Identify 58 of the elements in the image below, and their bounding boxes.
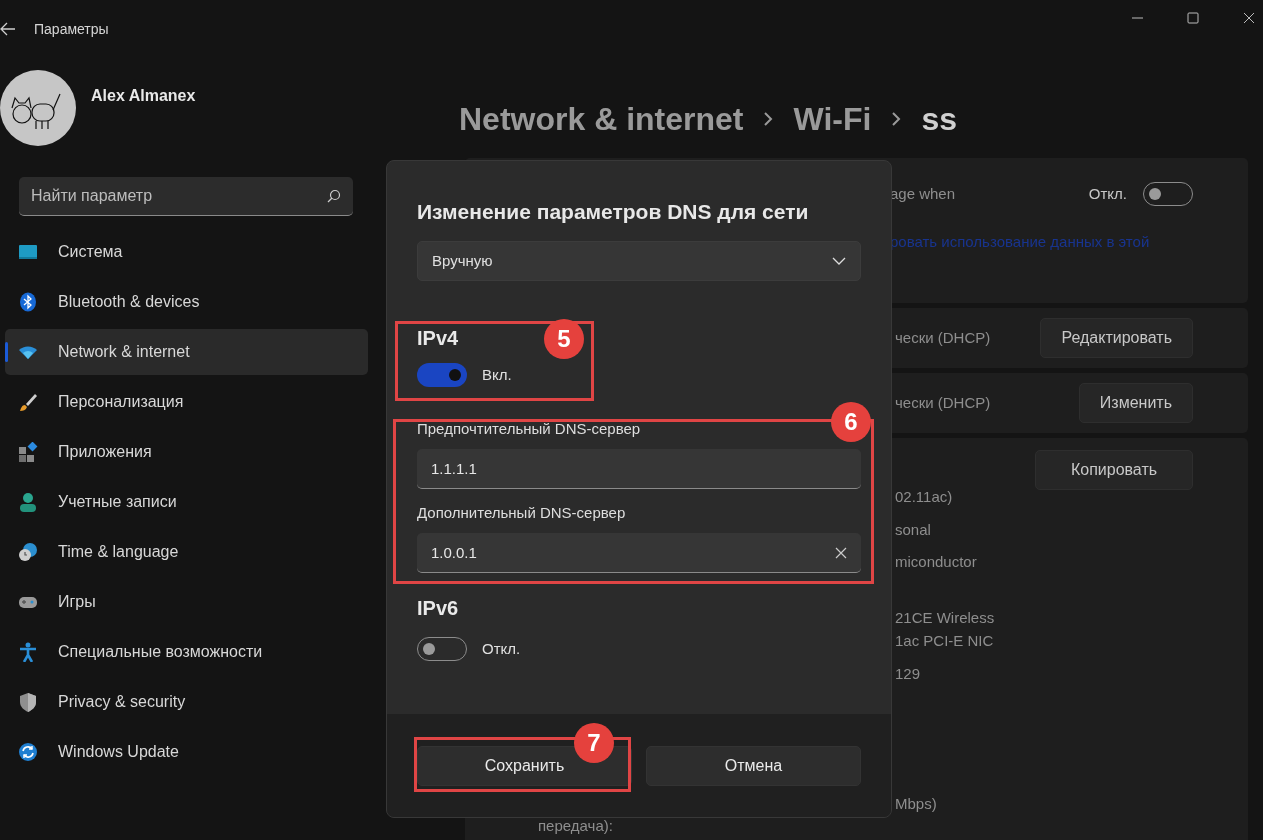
dropdown[interactable]: Вручную xyxy=(417,241,861,281)
sidebar-item[interactable]: Система xyxy=(5,229,368,275)
section-heading: IPv6 xyxy=(417,596,459,621)
toggle-label: Вкл. xyxy=(482,364,512,385)
toggle-switch[interactable] xyxy=(417,363,467,387)
property-value: miconductor xyxy=(895,552,978,572)
edit-button[interactable]: Редактировать xyxy=(1040,318,1193,358)
bluetooth-icon xyxy=(18,292,38,312)
copy-button[interactable]: Копировать xyxy=(1035,450,1193,490)
property-value: 21CE Wireless 1ac PCI-E NIC xyxy=(895,608,996,651)
sidebar-item[interactable]: Network & internet xyxy=(5,329,368,375)
field-label: Предпочтительный DNS-сервер xyxy=(417,419,641,439)
sidebar-item[interactable]: Windows Update xyxy=(5,729,368,775)
sidebar-item[interactable]: Специальные возможности xyxy=(5,629,368,675)
input-field[interactable]: 1.1.1.1 xyxy=(417,449,861,489)
user-name: Alex Almanex xyxy=(91,86,196,106)
brush-icon xyxy=(18,392,38,412)
apps-icon xyxy=(18,442,38,462)
breadcrumb-item[interactable]: Wi-Fi xyxy=(793,94,872,143)
sidebar-item[interactable]: Игры xyxy=(5,579,368,625)
setting-description: age when xyxy=(890,183,956,204)
section-heading: IPv4 xyxy=(417,326,459,351)
property-label: передача): xyxy=(538,816,614,836)
field-label: Дополнительный DNS-сервер xyxy=(417,503,626,523)
sidebar-item[interactable]: Privacy & security xyxy=(5,679,368,725)
input-field[interactable]: 1.0.0.1 xyxy=(417,533,861,573)
search-field[interactable]: Найти параметр xyxy=(19,177,353,216)
property-value: 129 xyxy=(895,664,922,684)
sidebar-item[interactable]: Приложения xyxy=(5,429,368,475)
cancel-button[interactable]: Отмена xyxy=(646,746,861,786)
toggle-label: Откл. xyxy=(482,638,521,659)
back-arrow-icon[interactable] xyxy=(0,22,16,36)
breadcrumb-item[interactable]: Network & internet xyxy=(459,94,744,143)
edit-button[interactable]: Изменить xyxy=(1078,383,1193,423)
dialog-title: Изменение параметров DNS для сети xyxy=(417,199,810,225)
property-value: Mbps) xyxy=(895,794,938,814)
property-value: sonal xyxy=(895,520,932,540)
sidebar-item[interactable]: Bluetooth & devices xyxy=(5,279,368,325)
chevron-down-icon xyxy=(832,257,846,265)
sidebar-item[interactable]: Персонализация xyxy=(5,379,368,425)
search-icon[interactable] xyxy=(327,189,341,203)
window-title: Параметры xyxy=(34,19,109,39)
property-value: 02.11ac) xyxy=(895,487,954,507)
toggle-label: Откл. xyxy=(1088,183,1127,204)
update-icon xyxy=(18,742,38,762)
clear-icon[interactable] xyxy=(835,547,847,559)
accounts-icon xyxy=(18,492,38,512)
system-icon xyxy=(18,242,38,262)
chevron-right-icon xyxy=(891,110,902,127)
sidebar-item[interactable]: Учетные записи xyxy=(5,479,368,525)
setting-value: чески (DHCP) xyxy=(895,327,991,348)
privacy-icon xyxy=(18,692,38,712)
setting-value: чески (DHCP) xyxy=(895,392,991,413)
time-icon xyxy=(18,542,38,562)
breadcrumb-item: ss xyxy=(921,99,957,139)
chevron-right-icon xyxy=(763,110,774,127)
sidebar-item[interactable]: Time & language xyxy=(5,529,368,575)
accessibility-icon xyxy=(18,642,38,662)
